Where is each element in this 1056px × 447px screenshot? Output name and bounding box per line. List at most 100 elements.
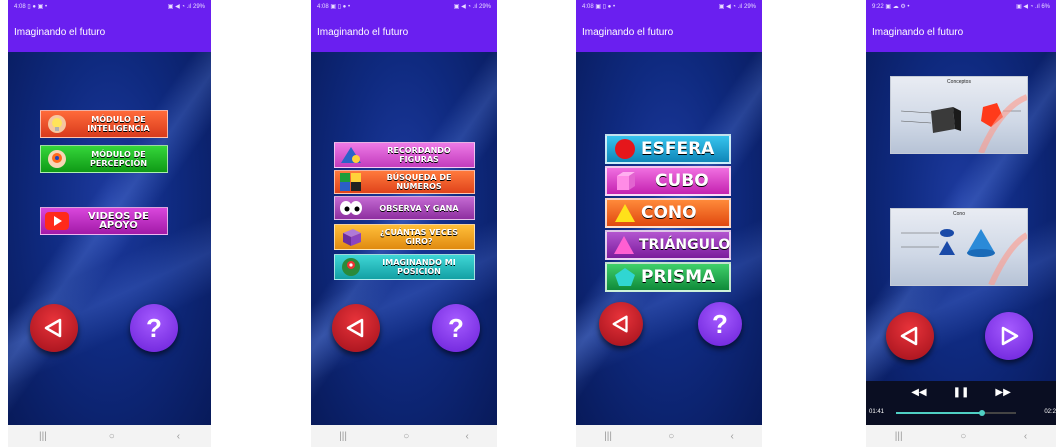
number-search-button[interactable]: BÚSQUEDA DE NÚMEROS bbox=[334, 170, 475, 194]
status-left-icons: ▣ ☁ ⚙ • bbox=[885, 4, 910, 10]
back-button[interactable] bbox=[332, 304, 380, 352]
app-title: Imaginando el futuro bbox=[576, 14, 762, 52]
prism-label: PRISMA bbox=[641, 267, 716, 287]
status-right-icons: ▣ ◀ ◔ .ıl bbox=[1016, 4, 1040, 10]
help-button[interactable]: ? bbox=[432, 304, 480, 352]
imagine-position-button[interactable]: IMAGINANDO MI POSICIÓN bbox=[334, 254, 475, 280]
system-nav-bar: ||| ○ ‹ bbox=[311, 425, 497, 447]
cube-button[interactable]: CUBO bbox=[605, 166, 731, 196]
lightbulb-icon bbox=[45, 114, 69, 134]
perception-module-button[interactable]: MÓDULO DE PERCEPCIÓN bbox=[40, 145, 168, 173]
how-many-turns-button[interactable]: ¿CUÁNTAS VECES GIRO? bbox=[334, 224, 475, 250]
perception-module-label: MÓDULO DE PERCEPCIÓN bbox=[89, 150, 148, 168]
home-button[interactable]: ○ bbox=[403, 431, 409, 442]
triangle-label: TRIÁNGULO bbox=[639, 237, 731, 253]
phone-screen-shapes-menu: 4:08 ▣ ▯ ● • ▣ ◀ ◔ .ıl 29% Imaginando el… bbox=[576, 0, 762, 447]
app-title: Imaginando el futuro bbox=[866, 14, 1056, 52]
recall-shapes-label: RECORDANDO FIGURAS bbox=[387, 146, 451, 164]
recents-button[interactable]: ||| bbox=[895, 431, 903, 442]
app-title: Imaginando el futuro bbox=[311, 14, 497, 52]
pentagon-icon bbox=[613, 266, 637, 288]
imagine-position-label: IMAGINANDO MI POSICIÓN bbox=[382, 258, 456, 276]
status-left-icons: ▣ ▯ ● • bbox=[330, 4, 351, 10]
back-button[interactable] bbox=[599, 302, 643, 346]
back-button[interactable] bbox=[886, 312, 934, 360]
main-content: MÓDULO DE INTELIGENCIA MÓDULO DE PERCEPC… bbox=[8, 52, 211, 425]
intelligence-module-button[interactable]: MÓDULO DE INTELIGENCIA bbox=[40, 110, 168, 138]
status-bar: 9:22 ▣ ☁ ⚙ • ▣ ◀ ◔ .ıl 6% bbox=[866, 0, 1056, 14]
cube-icon bbox=[613, 170, 637, 192]
location-icon bbox=[339, 257, 363, 277]
back-arrow-icon bbox=[612, 315, 628, 333]
status-bar: 4:08 ▣ ▯ ● • ▣ ◀ ◔ .ıl 29% bbox=[576, 0, 762, 14]
status-time: 4:08 bbox=[317, 4, 329, 10]
cone-diagram bbox=[901, 229, 1027, 285]
phone-screen-concepts-viewer: 9:22 ▣ ☁ ⚙ • ▣ ◀ ◔ .ıl 6% Imaginando el … bbox=[866, 0, 1056, 447]
cube-label: CUBO bbox=[655, 171, 709, 191]
status-time: 4:08 bbox=[14, 4, 26, 10]
system-back-button[interactable]: ‹ bbox=[466, 431, 469, 442]
back-arrow-icon bbox=[900, 326, 918, 346]
sphere-button[interactable]: ESFERA bbox=[605, 134, 731, 164]
seek-bar-progress bbox=[896, 412, 983, 414]
status-bar: 4:08 ▯ ● ▣ • ▣ ◀ ◔ .ıl 29% bbox=[8, 0, 211, 14]
phone-screen-main-menu: 4:08 ▯ ● ▣ • ▣ ◀ ◔ .ıl 29% Imaginando el… bbox=[8, 0, 211, 447]
help-button[interactable]: ? bbox=[130, 304, 178, 352]
home-button[interactable]: ○ bbox=[668, 431, 674, 442]
support-videos-button[interactable]: VIDEOS DE APOYO bbox=[40, 207, 168, 235]
home-button[interactable]: ○ bbox=[109, 431, 115, 442]
status-left-icons: ▣ ▯ ● • bbox=[595, 4, 616, 10]
main-content: ESFERA CUBO CONO TRIÁNGULO PRISMA ? bbox=[576, 52, 762, 425]
question-icon: ? bbox=[712, 308, 728, 339]
play-icon bbox=[45, 211, 69, 231]
puzzle-icon bbox=[339, 172, 363, 192]
back-arrow-icon bbox=[44, 318, 62, 338]
status-right-icons: ▣ ◀ ◔ .ıl bbox=[453, 4, 478, 10]
main-content: Conceptos Cono bbox=[866, 52, 1056, 425]
seek-bar[interactable] bbox=[896, 410, 1016, 416]
recents-button[interactable]: ||| bbox=[39, 431, 47, 442]
triangle-icon bbox=[613, 234, 635, 256]
next-button[interactable] bbox=[985, 312, 1033, 360]
help-button[interactable]: ? bbox=[698, 302, 742, 346]
battery-level: 29% bbox=[192, 4, 205, 10]
home-button[interactable]: ○ bbox=[960, 431, 966, 442]
back-button[interactable] bbox=[30, 304, 78, 352]
prism-button[interactable]: PRISMA bbox=[605, 262, 731, 292]
system-nav-bar: ||| ○ ‹ bbox=[8, 425, 211, 447]
back-arrow-icon bbox=[346, 318, 364, 338]
how-many-turns-label: ¿CUÁNTAS VECES GIRO? bbox=[380, 228, 458, 246]
observe-win-label: OBSERVA Y GANA bbox=[379, 203, 459, 213]
next-arrow-icon bbox=[1001, 326, 1019, 346]
battery-level: 29% bbox=[743, 4, 756, 10]
video-player-controls: ◀◀ ❚❚ ▶▶ 01:41 02:2 bbox=[866, 381, 1056, 425]
system-back-button[interactable]: ‹ bbox=[731, 431, 734, 442]
recents-button[interactable]: ||| bbox=[339, 431, 347, 442]
eyes-icon bbox=[339, 198, 363, 218]
status-time: 9:22 bbox=[872, 4, 884, 10]
recents-button[interactable]: ||| bbox=[604, 431, 612, 442]
system-back-button[interactable]: ‹ bbox=[177, 431, 180, 442]
pause-icon[interactable]: ❚❚ bbox=[953, 387, 970, 398]
eye-hand-icon bbox=[45, 149, 69, 169]
status-bar: 4:08 ▣ ▯ ● • ▣ ◀ ◔ .ıl 29% bbox=[311, 0, 497, 14]
seek-bar-thumb[interactable] bbox=[979, 410, 986, 416]
intelligence-module-label: MÓDULO DE INTELIGENCIA bbox=[87, 115, 150, 133]
cone-image: Cono bbox=[890, 208, 1028, 286]
cone-label: CONO bbox=[641, 203, 697, 223]
question-icon: ? bbox=[146, 312, 162, 343]
shapes-icon bbox=[339, 145, 363, 165]
recall-shapes-button[interactable]: RECORDANDO FIGURAS bbox=[334, 142, 475, 168]
status-time: 4:08 bbox=[582, 4, 594, 10]
observe-win-button[interactable]: OBSERVA Y GANA bbox=[334, 196, 475, 220]
triangle-button[interactable]: TRIÁNGULO bbox=[605, 230, 731, 260]
cone-button[interactable]: CONO bbox=[605, 198, 731, 228]
status-right-icons: ▣ ◀ ◔ .ıl bbox=[167, 4, 192, 10]
system-back-button[interactable]: ‹ bbox=[1024, 431, 1027, 442]
concepts-image: Conceptos bbox=[890, 76, 1028, 154]
number-search-label: BÚSQUEDA DE NÚMEROS bbox=[386, 173, 452, 191]
battery-level: 29% bbox=[478, 4, 491, 10]
sphere-label: ESFERA bbox=[641, 139, 715, 159]
fast-forward-icon[interactable]: ▶▶ bbox=[995, 387, 1010, 398]
rewind-icon[interactable]: ◀◀ bbox=[911, 387, 926, 398]
